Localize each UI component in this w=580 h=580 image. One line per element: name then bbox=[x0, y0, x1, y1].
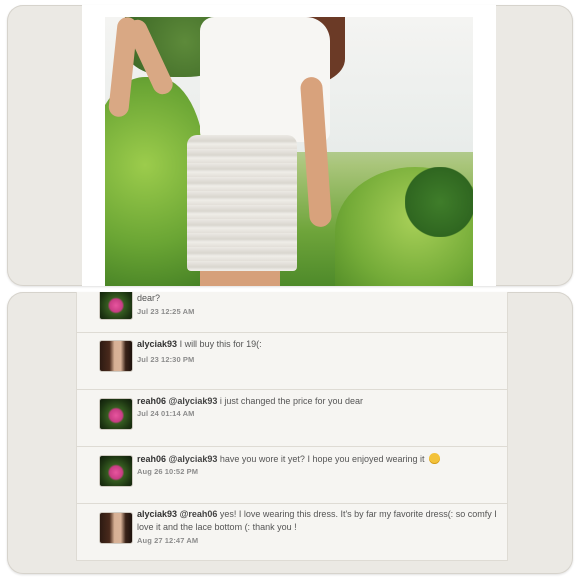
lotus-avatar[interactable] bbox=[99, 398, 133, 430]
comment-text: reah06 @alyciak93 i just changed the pri… bbox=[137, 395, 497, 408]
comment-text: alyciak93 I will buy this for 19(: bbox=[137, 338, 497, 351]
comment-body: dear? bbox=[137, 293, 161, 303]
photo-lace-skirt bbox=[187, 135, 297, 271]
photo-legs bbox=[200, 271, 280, 286]
lotus-avatar[interactable] bbox=[99, 455, 133, 487]
comment-body: I will buy this for 19(: bbox=[179, 339, 262, 349]
lotus-avatar[interactable] bbox=[99, 292, 133, 320]
girl-avatar[interactable] bbox=[99, 512, 133, 544]
comment-timestamp: Jul 23 12:25 AM bbox=[137, 307, 195, 316]
comment-text: alyciak93 @reah06 yes! I love wearing th… bbox=[137, 508, 497, 534]
comment-row: alyciak93 I will buy this for 19(: Jul 2… bbox=[77, 333, 507, 390]
photo-panel bbox=[7, 5, 573, 286]
comment-row: reah06 @alyciak93 have you wore it yet? … bbox=[77, 447, 507, 504]
comment-timestamp: Jul 24 01:14 AM bbox=[137, 409, 195, 418]
photo-fern bbox=[405, 167, 473, 237]
comment-text: reah06 @alyciak93 have you wore it yet? … bbox=[137, 453, 497, 466]
comment-username[interactable]: alyciak93 bbox=[137, 509, 177, 519]
comments-panel: dear? Jul 23 12:25 AM alyciak93 I will b… bbox=[7, 292, 573, 574]
comment-row: reah06 @alyciak93 i just changed the pri… bbox=[77, 390, 507, 447]
listing-photo[interactable] bbox=[105, 17, 473, 286]
comment-username[interactable]: alyciak93 bbox=[137, 339, 177, 349]
comments-list: dear? Jul 23 12:25 AM alyciak93 I will b… bbox=[77, 292, 507, 560]
comment-body: have you wore it yet? I hope you enjoyed… bbox=[219, 454, 425, 464]
comment-timestamp: Jul 23 12:30 PM bbox=[137, 355, 195, 364]
smiley-emoji bbox=[429, 453, 441, 464]
comment-text: dear? bbox=[137, 292, 497, 305]
comment-username[interactable]: reah06 bbox=[137, 396, 166, 406]
comment-body: i just changed the price for you dear bbox=[219, 396, 363, 406]
comment-mention[interactable]: @alyciak93 bbox=[169, 396, 218, 406]
comment-row: alyciak93 @reah06 yes! I love wearing th… bbox=[77, 504, 507, 560]
comment-username[interactable]: reah06 bbox=[137, 454, 166, 464]
girl-avatar[interactable] bbox=[99, 340, 133, 372]
comment-timestamp: Aug 26 10:52 PM bbox=[137, 467, 199, 476]
comment-row: dear? Jul 23 12:25 AM bbox=[77, 292, 507, 333]
comment-mention[interactable]: @alyciak93 bbox=[169, 454, 218, 464]
comment-timestamp: Aug 27 12:47 AM bbox=[137, 536, 199, 545]
listing-photo-card bbox=[82, 5, 496, 286]
comment-mention[interactable]: @reah06 bbox=[180, 509, 218, 519]
